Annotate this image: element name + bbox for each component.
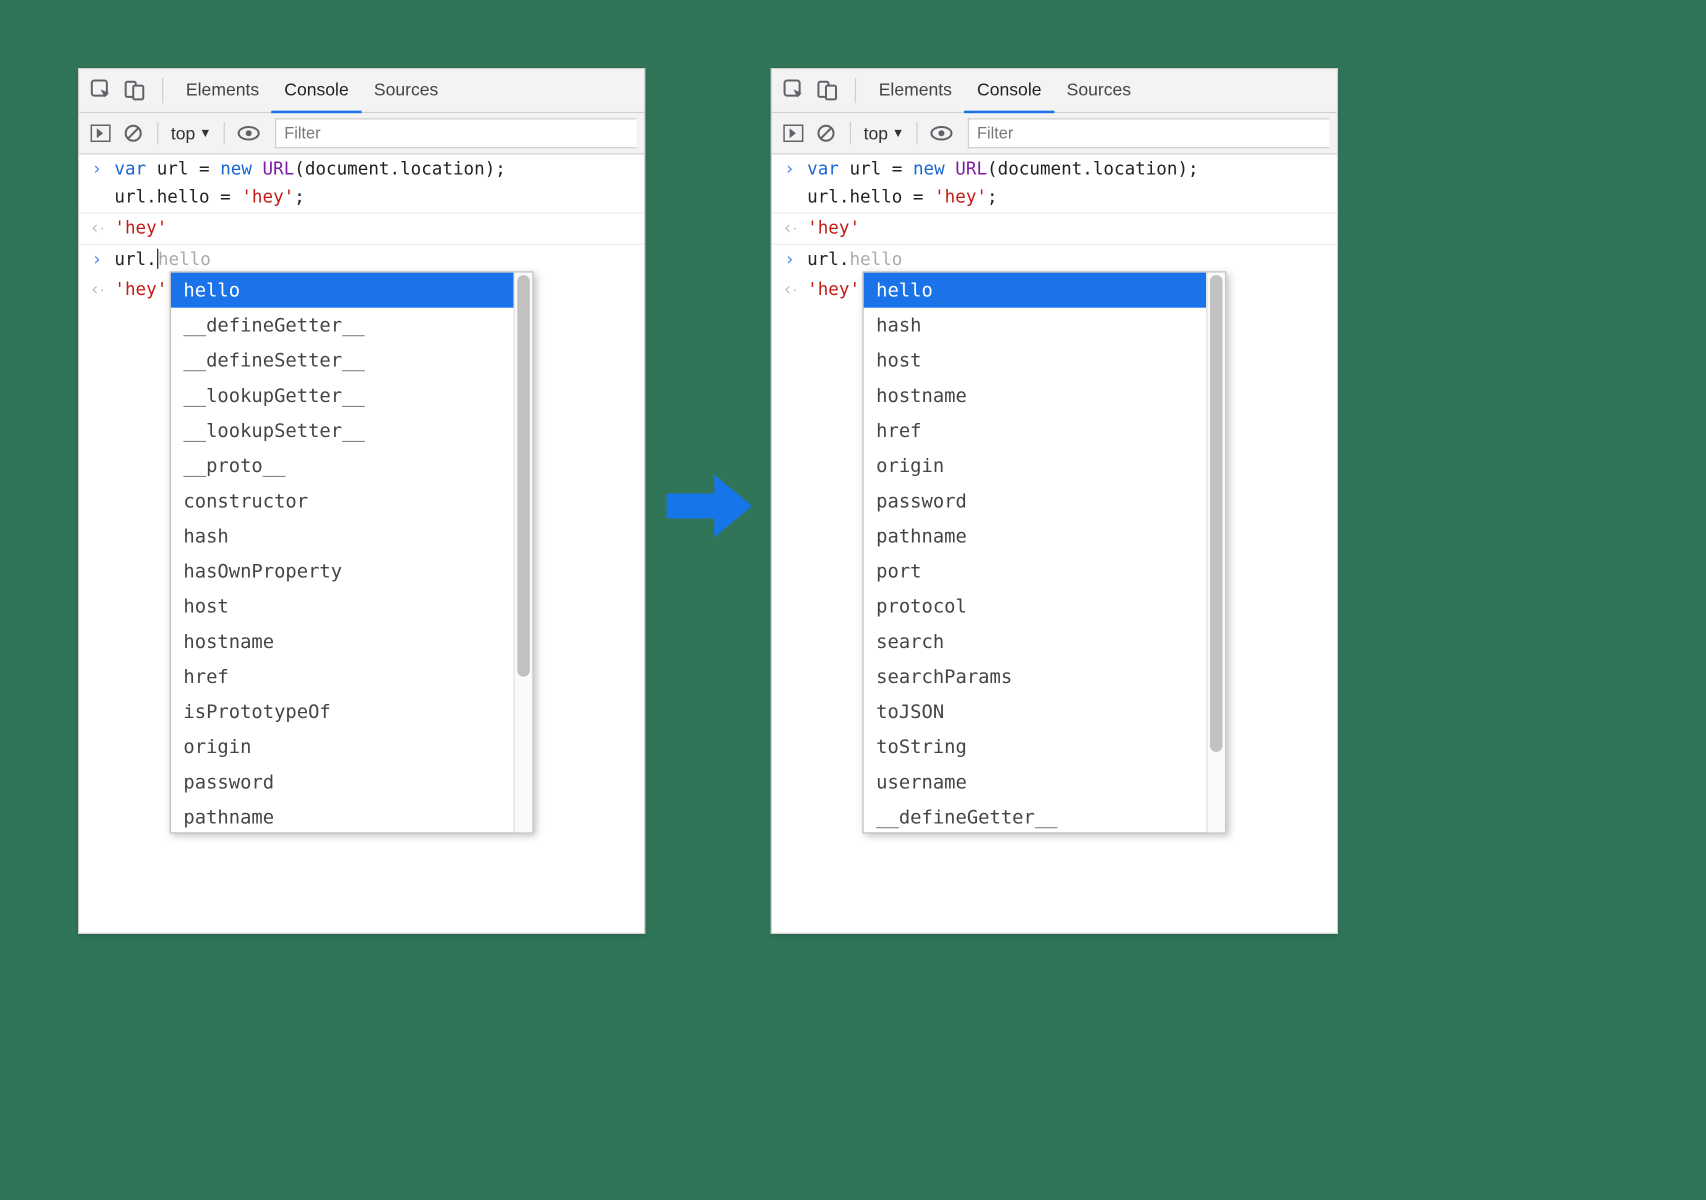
input-chevron-icon: ›	[780, 246, 800, 274]
scrollbar-thumb[interactable]	[517, 275, 530, 677]
autocomplete-item[interactable]: port	[864, 554, 1207, 589]
autocomplete-item[interactable]: searchParams	[864, 659, 1207, 694]
scrollbar-thumb[interactable]	[1210, 275, 1223, 752]
autocomplete-popup[interactable]: hello__defineGetter____defineSetter____l…	[170, 271, 534, 833]
output-chevron-icon: ‹•	[87, 276, 107, 305]
autocomplete-item[interactable]: __defineGetter__	[171, 308, 514, 343]
autocomplete-item[interactable]: __lookupSetter__	[171, 413, 514, 448]
autocomplete-item[interactable]: __defineSetter__	[171, 343, 514, 378]
result-value: 'hey'	[114, 219, 167, 239]
console-input-row: › var url = new URL(document.location); …	[772, 155, 1337, 213]
devtools-panel-left: Elements Console Sources top ▼ Filter	[78, 68, 645, 934]
chevron-down-icon: ▼	[199, 126, 211, 140]
scrollbar[interactable]	[1206, 273, 1225, 833]
autocomplete-item[interactable]: constructor	[171, 483, 514, 518]
tab-elements[interactable]: Elements	[173, 68, 271, 113]
filter-input[interactable]: Filter	[276, 118, 637, 148]
input-chevron-icon: ›	[87, 156, 107, 184]
autocomplete-item[interactable]: __defineGetter__	[864, 800, 1207, 833]
result-value: 'hey'	[807, 219, 860, 239]
autocomplete-list[interactable]: hellohashhosthostnamehreforiginpasswordp…	[864, 273, 1207, 833]
autocomplete-item[interactable]: password	[171, 765, 514, 800]
device-toggle-icon[interactable]	[812, 76, 842, 106]
live-expression-icon[interactable]	[928, 119, 956, 147]
tab-sources[interactable]: Sources	[1054, 68, 1144, 113]
clear-console-icon[interactable]	[119, 119, 147, 147]
tab-bar: Elements Console Sources	[772, 69, 1337, 113]
autocomplete-item[interactable]: host	[171, 589, 514, 624]
autocomplete-item[interactable]: pathname	[171, 800, 514, 833]
result-value: 'hey'	[114, 280, 167, 300]
autocomplete-item[interactable]: host	[864, 343, 1207, 378]
devtools-panel-right: Elements Console Sources top ▼ Filter	[771, 68, 1338, 934]
separator	[162, 78, 163, 103]
chevron-down-icon: ▼	[892, 126, 904, 140]
autocomplete-item[interactable]: password	[864, 483, 1207, 518]
separator	[850, 122, 851, 145]
context-selector[interactable]: top ▼	[861, 123, 907, 143]
result-value: 'hey'	[807, 280, 860, 300]
autocomplete-item[interactable]: pathname	[864, 519, 1207, 554]
input-chevron-icon: ›	[780, 156, 800, 184]
autocomplete-item[interactable]: hash	[864, 308, 1207, 343]
context-label: top	[864, 123, 888, 143]
autocomplete-item[interactable]: origin	[171, 729, 514, 764]
autocomplete-item[interactable]: href	[864, 413, 1207, 448]
autocomplete-popup[interactable]: hellohashhosthostnamehreforiginpasswordp…	[862, 271, 1226, 833]
output-chevron-icon: ‹•	[87, 215, 107, 244]
autocomplete-item[interactable]: hash	[171, 519, 514, 554]
autocomplete-item[interactable]: __lookupGetter__	[171, 378, 514, 413]
console-toolbar: top ▼ Filter	[79, 113, 644, 154]
output-chevron-icon: ‹•	[780, 215, 800, 244]
autocomplete-item[interactable]: toJSON	[864, 694, 1207, 729]
autocomplete-item[interactable]: protocol	[864, 589, 1207, 624]
autocomplete-item-selected[interactable]: hello	[171, 273, 514, 308]
arrow-right-icon	[664, 472, 754, 540]
autocomplete-item[interactable]: username	[864, 765, 1207, 800]
filter-input[interactable]: Filter	[968, 118, 1329, 148]
autocomplete-item[interactable]: isPrototypeOf	[171, 694, 514, 729]
autocomplete-item[interactable]: hasOwnProperty	[171, 554, 514, 589]
inspect-icon[interactable]	[780, 76, 810, 106]
live-expression-icon[interactable]	[235, 119, 263, 147]
clear-console-icon[interactable]	[812, 119, 840, 147]
console-body[interactable]: › var url = new URL(document.location); …	[79, 155, 644, 933]
tab-console[interactable]: Console	[964, 68, 1054, 113]
scrollbar[interactable]	[513, 273, 532, 833]
context-selector[interactable]: top ▼	[168, 123, 214, 143]
sidebar-toggle-icon[interactable]	[780, 119, 808, 147]
inspect-icon[interactable]	[87, 76, 117, 106]
autocomplete-item[interactable]: __proto__	[171, 448, 514, 483]
console-input-row: › var url = new URL(document.location); …	[79, 155, 644, 213]
sidebar-toggle-icon[interactable]	[87, 119, 115, 147]
autocomplete-list[interactable]: hello__defineGetter____defineSetter____l…	[171, 273, 514, 833]
autocomplete-item[interactable]: hostname	[171, 624, 514, 659]
console-output-row: ‹• 'hey'	[79, 212, 644, 243]
tab-elements[interactable]: Elements	[866, 68, 964, 113]
separator	[855, 78, 856, 103]
autocomplete-item[interactable]: origin	[864, 448, 1207, 483]
tab-console[interactable]: Console	[272, 68, 362, 113]
separator	[157, 122, 158, 145]
autocomplete-item[interactable]: href	[171, 659, 514, 694]
autocomplete-item-selected[interactable]: hello	[864, 273, 1207, 308]
autocomplete-item[interactable]: hostname	[864, 378, 1207, 413]
context-label: top	[171, 123, 195, 143]
output-chevron-icon: ‹•	[780, 276, 800, 305]
tab-bar: Elements Console Sources	[79, 69, 644, 113]
separator	[224, 122, 225, 145]
console-output-row: ‹• 'hey'	[772, 212, 1337, 243]
console-toolbar: top ▼ Filter	[772, 113, 1337, 154]
autocomplete-item[interactable]: toString	[864, 729, 1207, 764]
autocomplete-item[interactable]: search	[864, 624, 1207, 659]
console-body[interactable]: › var url = new URL(document.location); …	[772, 155, 1337, 933]
device-toggle-icon[interactable]	[119, 76, 149, 106]
tab-sources[interactable]: Sources	[361, 68, 451, 113]
separator	[917, 122, 918, 145]
input-chevron-icon: ›	[87, 246, 107, 274]
